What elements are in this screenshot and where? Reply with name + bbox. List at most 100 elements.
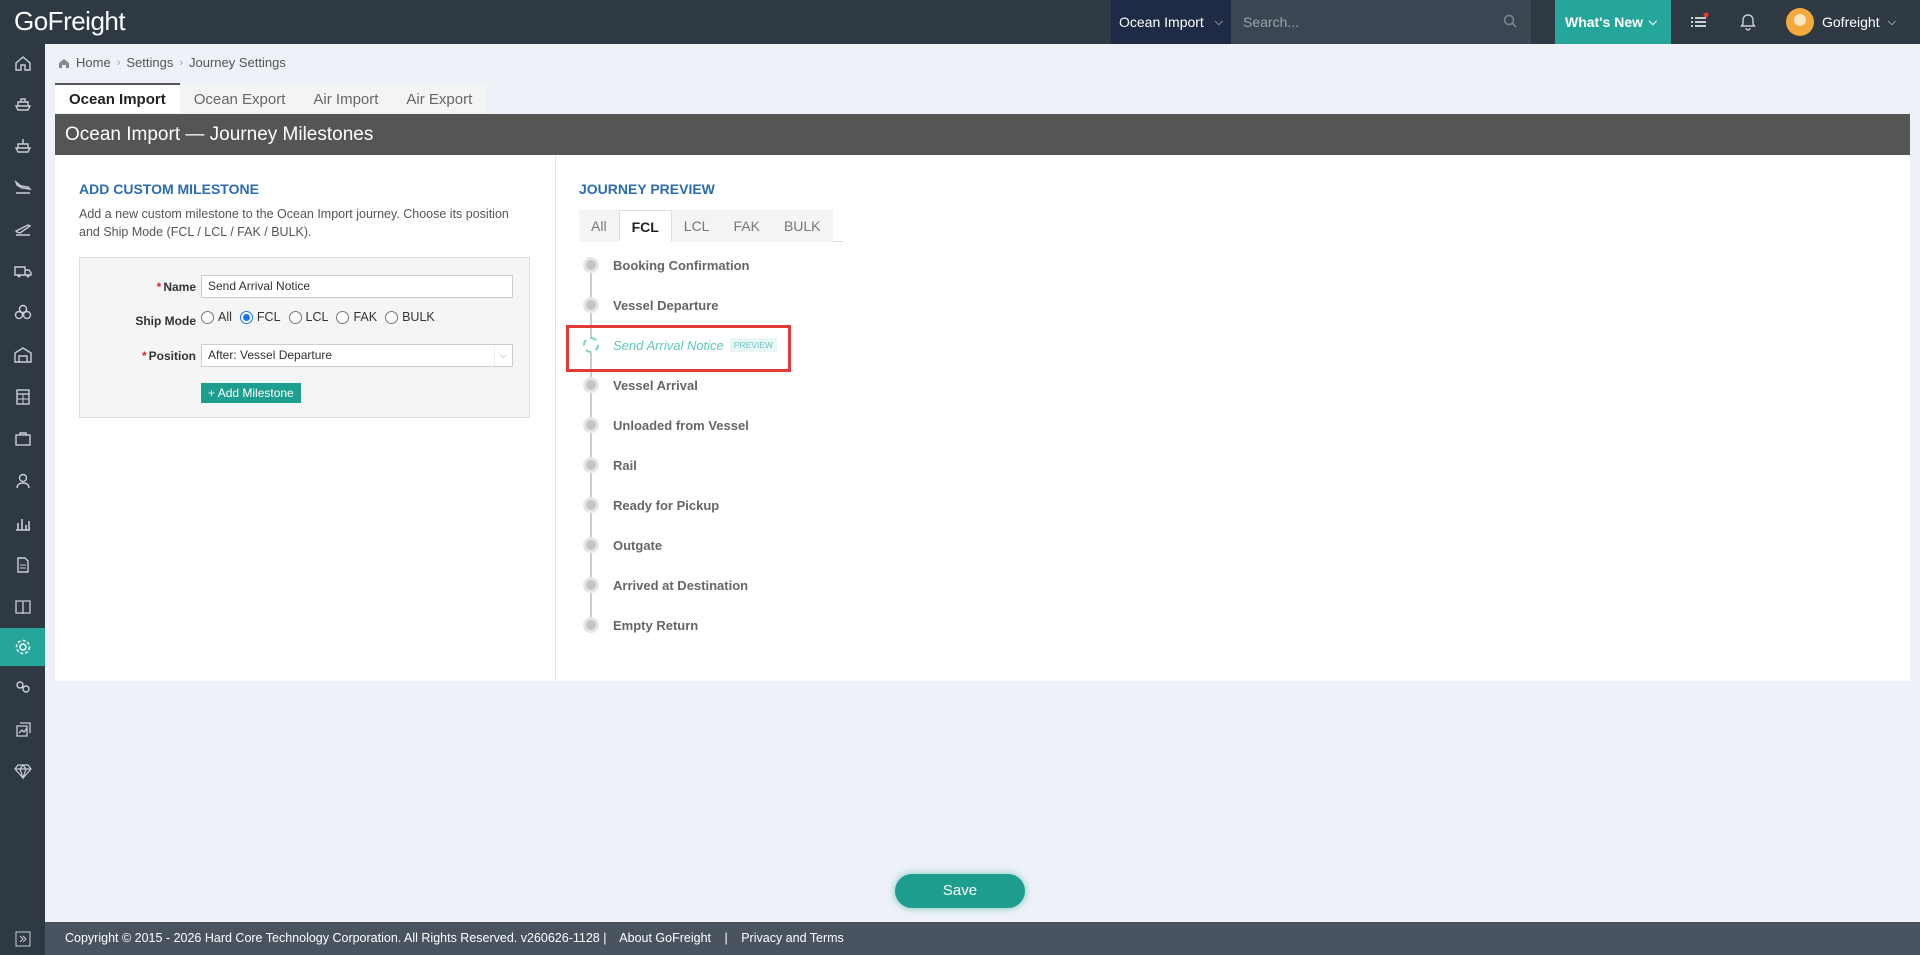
- milestone-item: Ready for Pickup: [583, 495, 719, 515]
- search-icon: [1503, 14, 1517, 28]
- footer-privacy-link[interactable]: Privacy and Terms: [741, 931, 844, 945]
- breadcrumb-home[interactable]: Home: [76, 55, 111, 70]
- radio-button[interactable]: [336, 310, 350, 324]
- sidebar-item-integrations[interactable]: [0, 668, 45, 706]
- milestone-dot-icon: [583, 497, 599, 513]
- document-icon: [16, 557, 29, 573]
- milestone-dot-icon: [583, 297, 599, 313]
- preview-tab-lcl[interactable]: LCL: [671, 210, 722, 242]
- preview-tab-fak[interactable]: FAK: [721, 210, 772, 242]
- sidebar: [0, 44, 45, 955]
- sidebar-item-trucking[interactable]: [0, 252, 45, 290]
- sidebar-item-settings[interactable]: [0, 628, 45, 666]
- sidebar-item-misc[interactable]: [0, 294, 45, 332]
- position-label: * Position: [141, 349, 196, 363]
- ship-mode-fak[interactable]: FAK: [336, 310, 377, 324]
- footer: Copyright © 2015 - 2026 Hard Core Techno…: [45, 922, 1920, 955]
- preview-tab-fcl[interactable]: FCL: [618, 210, 672, 242]
- tab-ocean-export[interactable]: Ocean Export: [179, 83, 300, 113]
- sidebar-item-home[interactable]: [0, 44, 45, 82]
- bar-chart-icon: [15, 519, 30, 531]
- footer-about-link[interactable]: About GoFreight: [619, 931, 711, 945]
- ship-mode-all[interactable]: All: [201, 310, 232, 324]
- sidebar-item-ocean-export[interactable]: [0, 126, 45, 164]
- ship-mode-radio-group: All FCL LCL FAK BULK: [201, 310, 435, 324]
- tab-air-export[interactable]: Air Export: [392, 83, 487, 113]
- milestone-item: Empty Return: [583, 615, 698, 635]
- preview-tab-all[interactable]: All: [579, 210, 619, 242]
- sidebar-item-ocean-import[interactable]: [0, 84, 45, 122]
- task-list-icon[interactable]: [1689, 12, 1709, 32]
- briefcase-icon: [14, 432, 31, 446]
- milestone-item: Booking Confirmation: [583, 255, 750, 275]
- home-icon: [59, 58, 69, 68]
- book-icon: [14, 600, 31, 615]
- sidebar-item-premium[interactable]: [0, 752, 45, 790]
- user-name: Gofreight: [1822, 14, 1880, 30]
- milestone-item: Vessel Arrival: [583, 375, 698, 395]
- position-value: After: Vessel Departure: [208, 348, 333, 362]
- milestone-item: Rail: [583, 455, 637, 475]
- chevron-down-icon: ⌵: [1214, 16, 1223, 28]
- radio-button-selected[interactable]: [239, 310, 253, 324]
- panel-title: Ocean Import — Journey Milestones: [55, 114, 1910, 155]
- preview-tab-bulk[interactable]: BULK: [771, 210, 833, 242]
- tab-air-import[interactable]: Air Import: [299, 83, 393, 113]
- preview-highlight-box: [566, 325, 791, 372]
- truck-icon: [13, 266, 32, 278]
- footer-separator: |: [724, 931, 728, 945]
- sidebar-item-ledger[interactable]: [0, 588, 45, 626]
- save-button[interactable]: Save: [895, 874, 1025, 908]
- warehouse-icon: [13, 347, 32, 363]
- radio-button[interactable]: [201, 310, 214, 324]
- plane-takeoff-icon: [14, 224, 31, 236]
- calculator-icon: [15, 389, 30, 405]
- link-icon: [15, 681, 30, 693]
- sidebar-item-projects[interactable]: [0, 420, 45, 458]
- bell-icon[interactable]: [1738, 12, 1758, 32]
- radio-button[interactable]: [288, 310, 302, 324]
- milestone-dot-icon: [583, 577, 599, 593]
- sidebar-item-accounting[interactable]: [0, 378, 45, 416]
- sidebar-item-warehouse[interactable]: [0, 336, 45, 374]
- ship-mode-fcl[interactable]: FCL: [239, 310, 281, 324]
- chevron-down-icon: ⌵: [1648, 16, 1657, 28]
- position-select[interactable]: After: Vessel Departure ⌵: [201, 344, 513, 367]
- module-select-label: Ocean Import: [1119, 14, 1204, 30]
- mode-tabs: Ocean Import Ocean Export Air Import Air…: [55, 83, 487, 113]
- breadcrumb-settings[interactable]: Settings: [126, 55, 173, 70]
- sidebar-item-air-import[interactable]: [0, 168, 45, 206]
- ship-mode-bulk[interactable]: BULK: [385, 310, 435, 324]
- add-milestone-button[interactable]: + Add Milestone: [201, 383, 301, 403]
- radio-button[interactable]: [385, 310, 399, 324]
- sidebar-item-air-export[interactable]: [0, 210, 45, 248]
- gofreight-logo[interactable]: GoFreight: [14, 6, 126, 37]
- chevron-right-icon: ›: [116, 56, 121, 69]
- journey-preview-title: JOURNEY PREVIEW: [579, 181, 715, 197]
- search-placeholder: Search...: [1243, 14, 1300, 30]
- user-menu[interactable]: Gofreight ⌵: [1786, 8, 1896, 36]
- search-input[interactable]: Search...: [1231, 0, 1531, 44]
- milestone-dot-icon: [583, 257, 599, 273]
- contact-icon: [15, 473, 30, 489]
- whats-new-button[interactable]: What's New ⌵: [1555, 0, 1671, 44]
- sidebar-item-documents[interactable]: [0, 546, 45, 584]
- sidebar-item-reports[interactable]: [0, 504, 45, 542]
- name-label: * Name: [156, 280, 196, 294]
- journey-preview-tabs: All FCL LCL FAK BULK: [579, 210, 843, 242]
- milestone-item: Unloaded from Vessel: [583, 415, 749, 435]
- milestone-item: Vessel Departure: [583, 295, 719, 315]
- ship-mode-lcl[interactable]: LCL: [288, 310, 328, 324]
- sidebar-item-tracking[interactable]: [0, 710, 45, 748]
- module-select[interactable]: Ocean Import ⌵: [1111, 0, 1231, 44]
- whats-new-label: What's New: [1565, 14, 1644, 30]
- tab-ocean-import[interactable]: Ocean Import: [55, 83, 180, 113]
- milestone-item: Outgate: [583, 535, 662, 555]
- sidebar-expand-button[interactable]: [0, 922, 45, 955]
- timeline-line: [590, 267, 592, 627]
- avatar: [1786, 8, 1814, 36]
- name-field[interactable]: Send Arrival Notice: [201, 275, 513, 298]
- plane-landing-icon: [14, 179, 32, 194]
- sidebar-item-contacts[interactable]: [0, 462, 45, 500]
- top-bar: GoFreight Ocean Import ⌵ Search... What'…: [0, 0, 1920, 44]
